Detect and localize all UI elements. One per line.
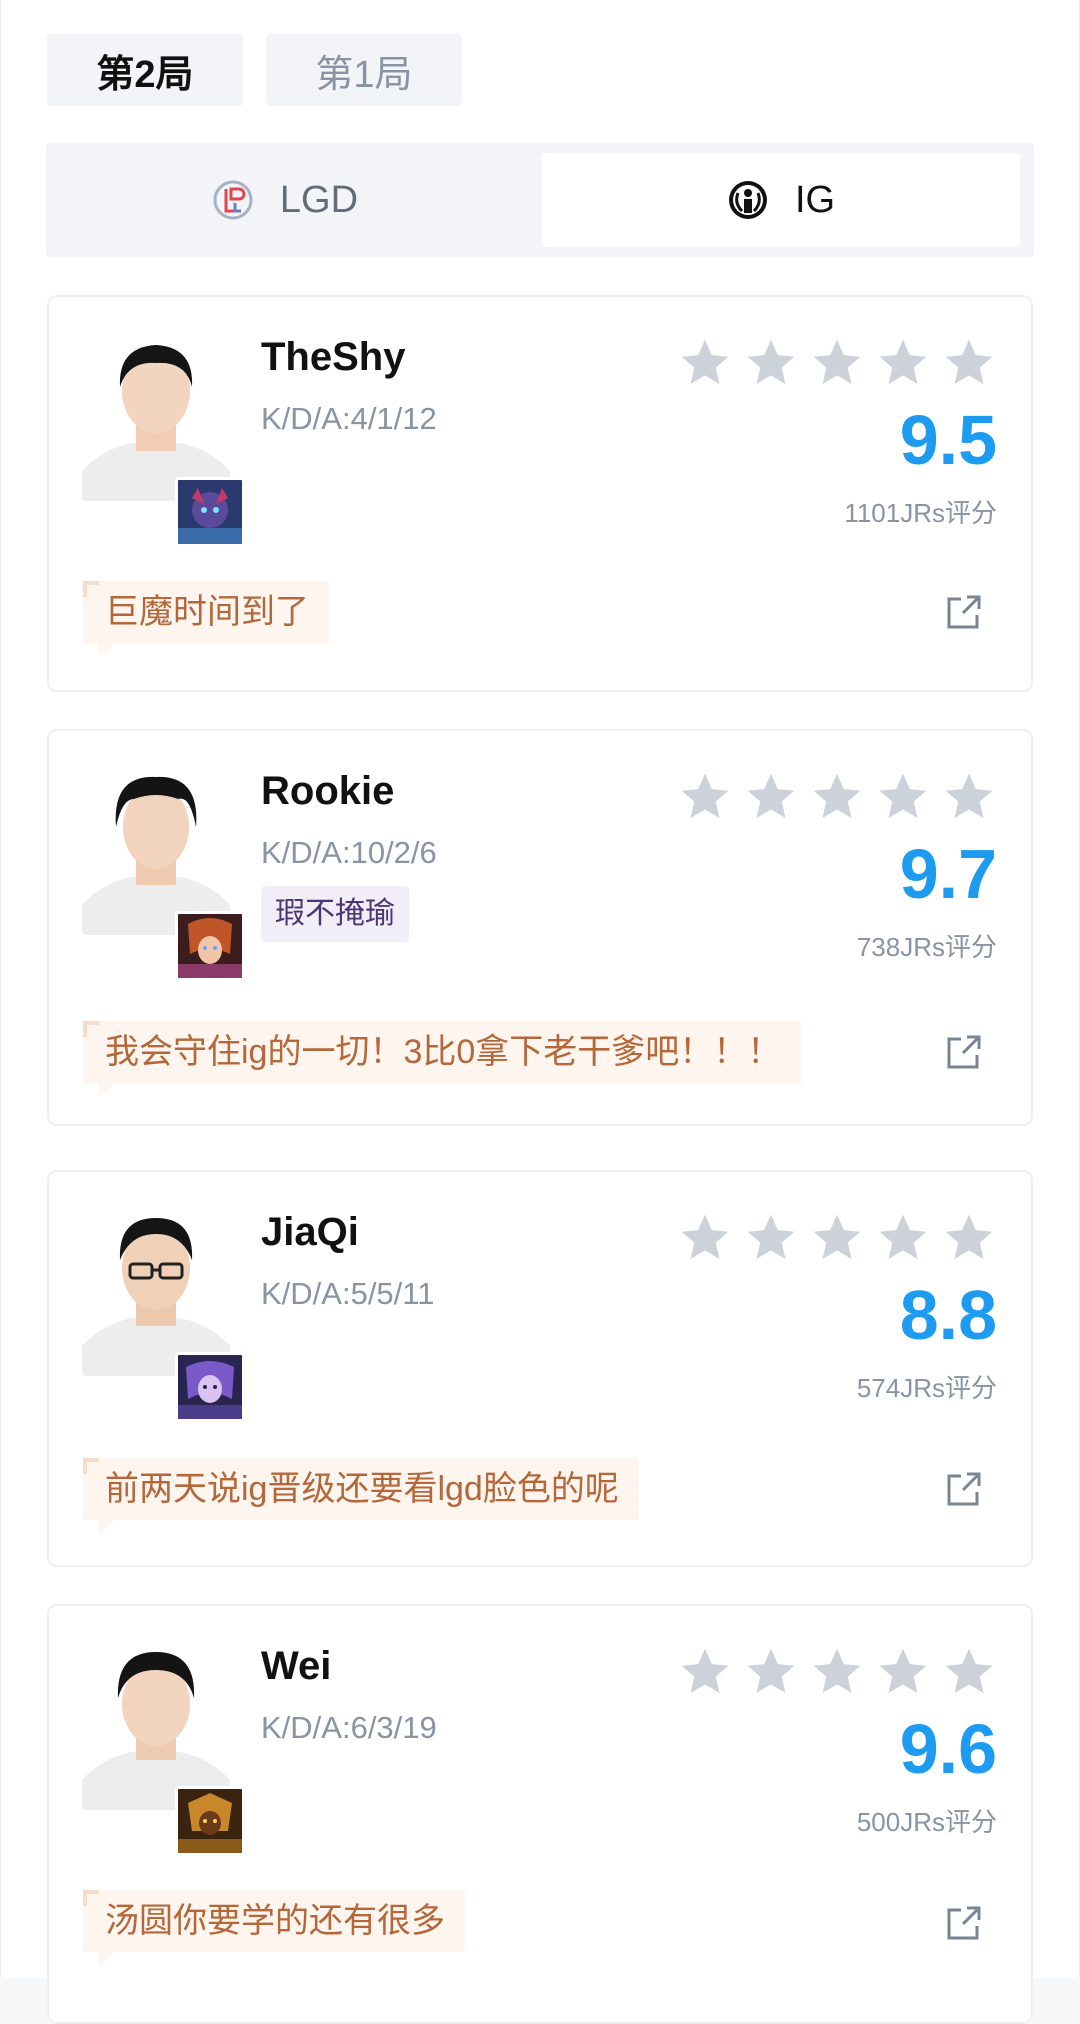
star-icon[interactable] [677, 1644, 733, 1700]
player-kda: K/D/A:10/2/6 [261, 835, 437, 870]
player-name: Wei [261, 1644, 332, 1688]
star-icon[interactable] [941, 769, 997, 825]
rating-stars[interactable] [677, 335, 997, 395]
top-comment[interactable]: 巨魔时间到了 [83, 581, 329, 657]
page: 第2局 第1局 LGD IG TheShy K/D/A:4/1/12 9.5 1… [0, 0, 1080, 2024]
top-comment[interactable]: 前两天说ig晋级还要看lgd脸色的呢 [83, 1458, 639, 1534]
player-name: TheShy [261, 335, 406, 379]
rating-count: 738JRs评分 [856, 932, 997, 962]
top-comment[interactable]: 我会守住ig的一切！3比0拿下老干爹吧！！！ [83, 1021, 802, 1097]
player-rating: 9.7 [899, 835, 997, 913]
player-kda: K/D/A:5/5/11 [261, 1276, 435, 1311]
star-icon[interactable] [875, 769, 931, 825]
star-icon[interactable] [809, 769, 865, 825]
player-rating: 9.5 [899, 401, 997, 479]
player-kda: K/D/A:4/1/12 [261, 401, 437, 436]
star-icon[interactable] [677, 769, 733, 825]
lgd-logo-icon [213, 180, 253, 220]
share-icon[interactable] [943, 1902, 985, 1944]
star-icon[interactable] [809, 335, 865, 391]
star-icon[interactable] [809, 1644, 865, 1700]
team-tab-ig[interactable]: IG [542, 153, 1020, 247]
team-tab-lgd[interactable]: LGD [46, 153, 524, 247]
rating-stars[interactable] [677, 1644, 997, 1704]
star-icon[interactable] [875, 1210, 931, 1266]
rating-stars[interactable] [677, 769, 997, 829]
champion-icon [175, 477, 245, 547]
star-icon[interactable] [743, 769, 799, 825]
star-icon[interactable] [941, 1210, 997, 1266]
tab-game-2[interactable]: 第2局 [47, 34, 243, 106]
ig-logo-icon [728, 181, 767, 219]
champion-icon [175, 1352, 245, 1422]
star-icon[interactable] [875, 335, 931, 391]
divider [0, 0, 1, 1978]
star-icon[interactable] [677, 335, 733, 391]
player-avatar [82, 1206, 230, 1376]
champion-icon [175, 1786, 245, 1856]
player-name: Rookie [261, 769, 395, 813]
rating-stars[interactable] [677, 1210, 997, 1270]
player-card-jiaqi[interactable]: JiaQi K/D/A:5/5/11 8.8 574JRs评分 前两天说ig晋级… [47, 1170, 1033, 1567]
share-icon[interactable] [943, 1031, 985, 1073]
team-tab-ig-label: IG [794, 178, 836, 221]
player-card-wei[interactable]: Wei K/D/A:6/3/19 9.6 500JRs评分 汤圆你要学的还有很多 [47, 1604, 1033, 2024]
star-icon[interactable] [743, 1644, 799, 1700]
star-icon[interactable] [809, 1210, 865, 1266]
rating-count: 1101JRs评分 [844, 498, 997, 528]
top-comment[interactable]: 汤圆你要学的还有很多 [83, 1890, 465, 1966]
player-card-rookie[interactable]: Rookie K/D/A:10/2/6 瑕不掩瑜 9.7 738JRs评分 我会… [47, 729, 1033, 1126]
champion-icon [175, 911, 245, 981]
player-avatar [82, 331, 230, 501]
tab-game-1[interactable]: 第1局 [266, 34, 462, 106]
tab-game-2-label: 第2局 [96, 53, 194, 96]
player-name: JiaQi [261, 1210, 359, 1254]
player-badge: 瑕不掩瑜 [261, 886, 409, 942]
star-icon[interactable] [941, 1644, 997, 1700]
player-rating: 9.6 [899, 1710, 997, 1788]
star-icon[interactable] [743, 1210, 799, 1266]
share-icon[interactable] [943, 1468, 985, 1510]
share-icon[interactable] [943, 591, 985, 633]
player-rating: 8.8 [899, 1276, 997, 1354]
rating-count: 574JRs评分 [856, 1373, 997, 1403]
tab-game-1-label: 第1局 [315, 53, 413, 96]
star-icon[interactable] [743, 335, 799, 391]
team-tab-lgd-label: LGD [279, 178, 359, 221]
star-icon[interactable] [677, 1210, 733, 1266]
player-avatar [82, 765, 230, 935]
player-card-theshy[interactable]: TheShy K/D/A:4/1/12 9.5 1101JRs评分 巨魔时间到了 [47, 295, 1033, 692]
star-icon[interactable] [941, 335, 997, 391]
team-switcher: LGD IG [46, 143, 1034, 257]
rating-count: 500JRs评分 [856, 1807, 997, 1837]
player-kda: K/D/A:6/3/19 [261, 1710, 437, 1745]
player-avatar [82, 1640, 230, 1810]
star-icon[interactable] [875, 1644, 931, 1700]
